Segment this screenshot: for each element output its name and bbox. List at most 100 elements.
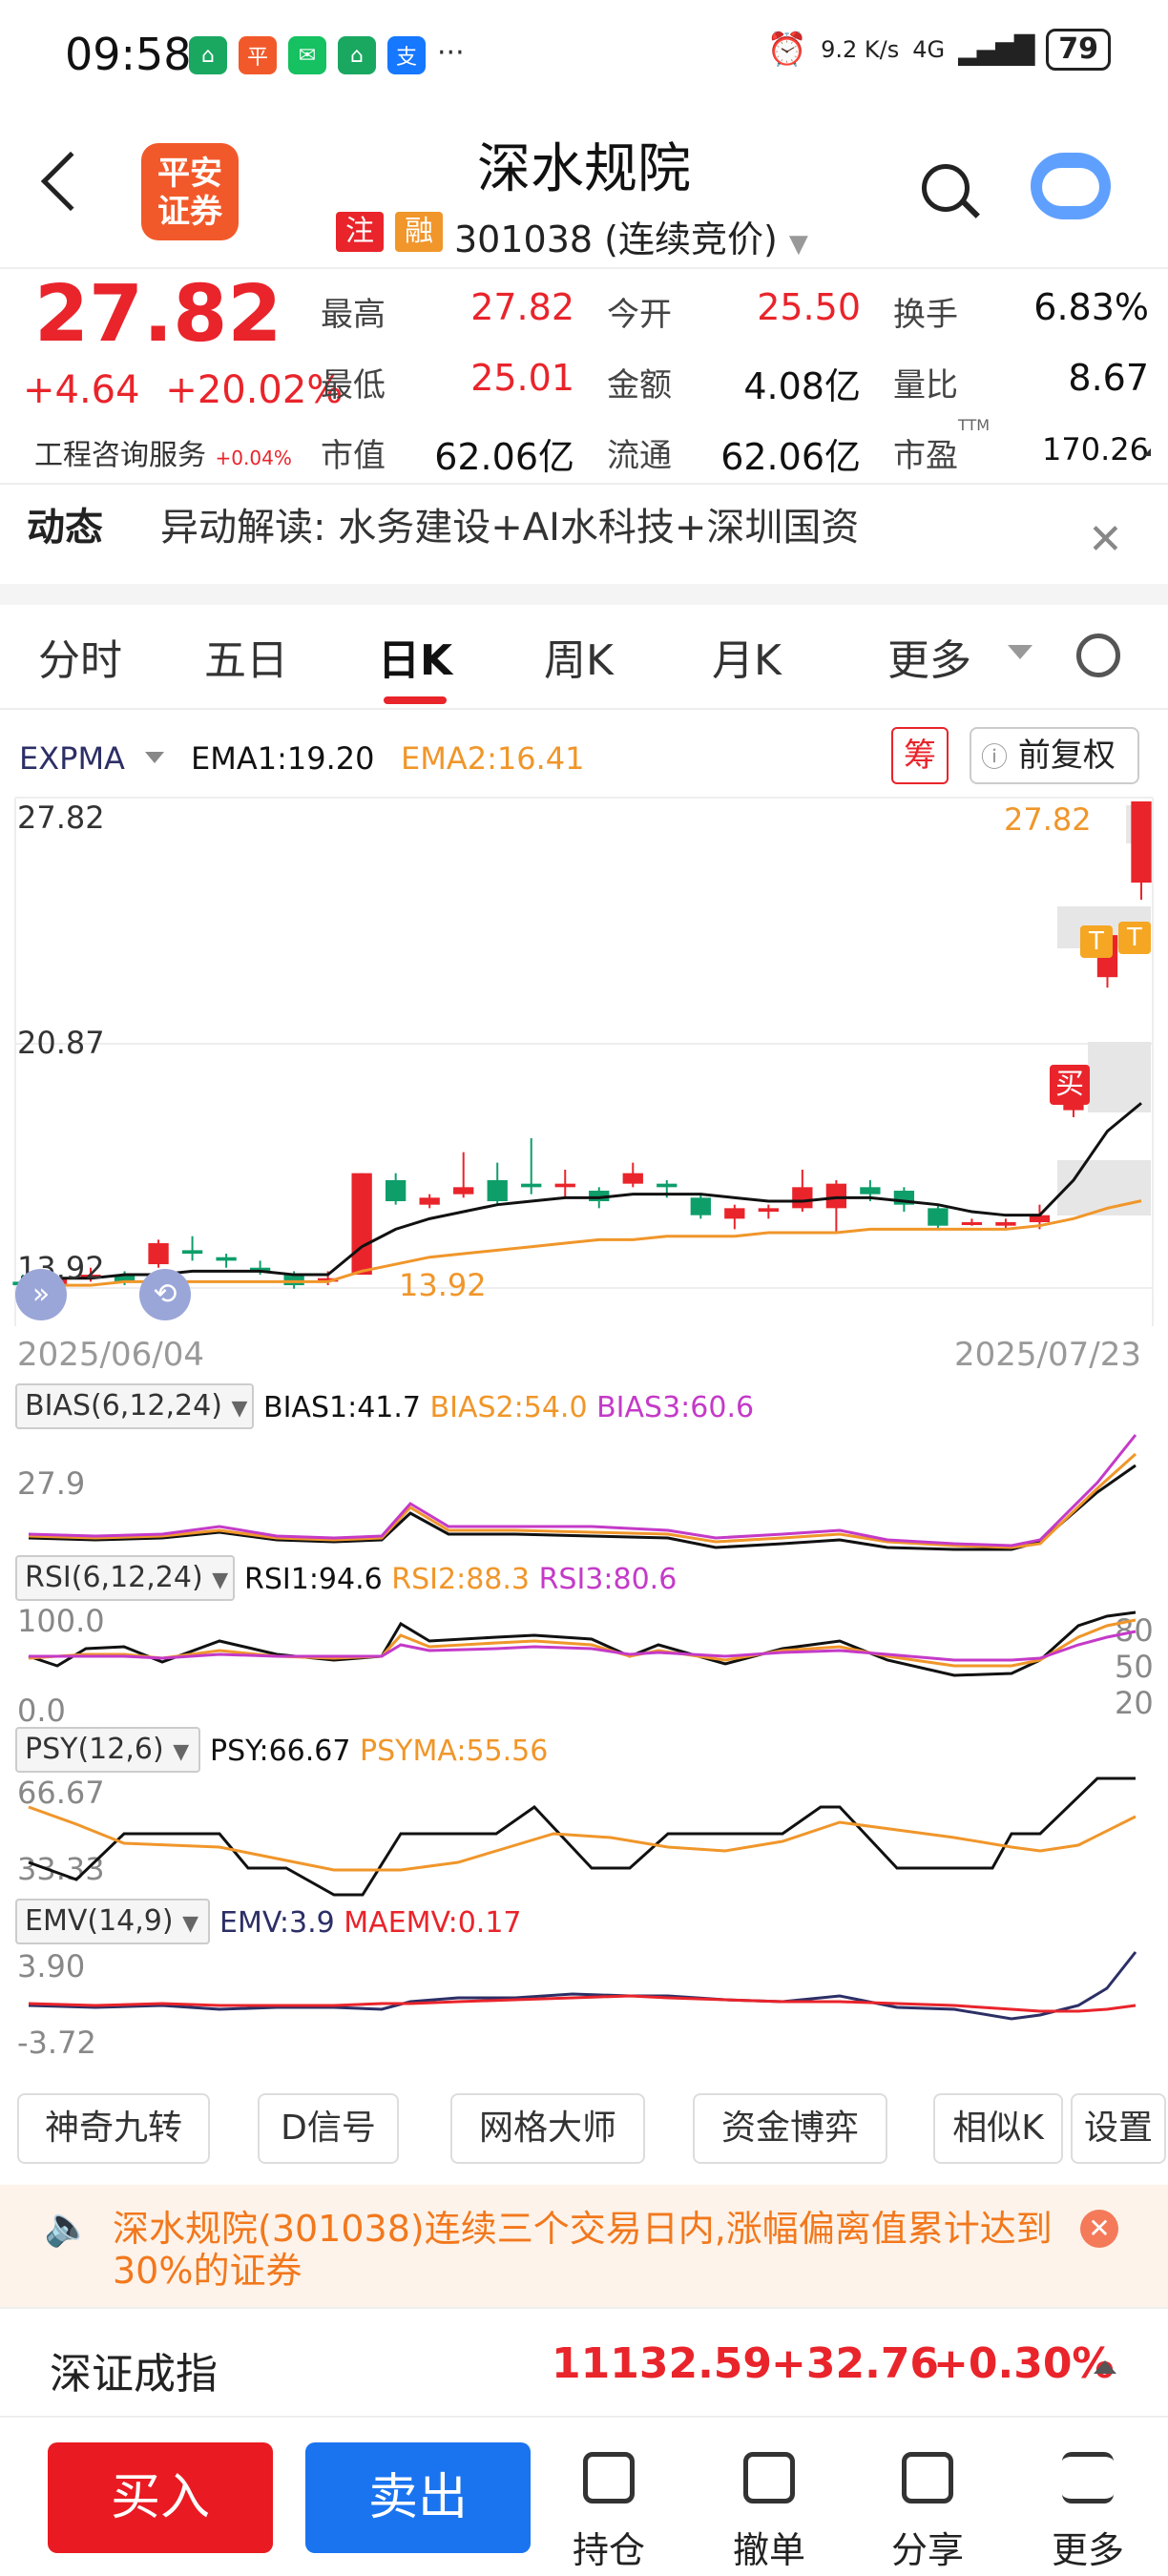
tabs-divider: [0, 708, 1168, 710]
feature-nine-turns[interactable]: 神奇九转: [17, 2093, 210, 2164]
industry-percent: +0.04%: [215, 447, 292, 469]
candle[interactable]: [928, 1208, 949, 1226]
corner-indicator: [1143, 448, 1151, 456]
tag-zhu: 注: [336, 212, 384, 252]
candle[interactable]: [351, 1173, 372, 1276]
candle[interactable]: [961, 1222, 983, 1226]
reset-icon[interactable]: ⟲: [139, 1269, 191, 1320]
candle[interactable]: [283, 1275, 304, 1286]
t-marker-2[interactable]: T: [1118, 922, 1151, 954]
t-marker[interactable]: T: [1080, 925, 1113, 958]
tab-wuri[interactable]: 五日: [204, 626, 288, 687]
feature-grid-master[interactable]: 网格大师: [450, 2093, 645, 2164]
indicator-selector[interactable]: EXPMA: [19, 740, 125, 777]
rsi2: RSI2:88.3: [391, 1563, 531, 1596]
candle[interactable]: [724, 1208, 745, 1219]
feature-settings[interactable]: 设置: [1071, 2093, 1166, 2164]
change-amount: +4.64: [23, 368, 140, 412]
value-open: 25.50: [757, 286, 861, 328]
tab-zhouk[interactable]: 周K: [544, 626, 614, 687]
share-button[interactable]: 分享: [870, 2452, 985, 2573]
candle[interactable]: [758, 1208, 779, 1213]
fuquan-button[interactable]: ⓘ 前复权: [970, 727, 1139, 784]
pe-ttm-sup: TTM: [958, 416, 991, 434]
home-icon: ⌂: [338, 36, 376, 74]
cancel-order-icon: [743, 2452, 795, 2503]
candle[interactable]: [216, 1257, 237, 1261]
chevron-down-icon: ▼: [788, 230, 808, 259]
candle[interactable]: [825, 1183, 847, 1209]
tab-rik[interactable]: 日K: [378, 626, 452, 687]
alarm-icon: ⏰: [766, 31, 808, 69]
stock-code-text: 301038 (连续竞价): [454, 218, 778, 260]
scroll-left-icon[interactable]: »: [15, 1269, 67, 1320]
news-text[interactable]: 异动解读: 水务建设+AI水科技+深圳国资: [160, 496, 859, 551]
ema1-value: EMA1:19.20: [191, 740, 375, 777]
candle[interactable]: [622, 1173, 643, 1184]
chevron-down-icon: [1008, 645, 1032, 659]
industry[interactable]: 工程咨询服务 +0.04%: [34, 431, 292, 473]
bias-chart: [28, 1434, 1137, 1551]
candle[interactable]: [995, 1222, 1016, 1226]
price-change: +4.64 +20.02%: [23, 368, 343, 412]
candle[interactable]: [792, 1187, 813, 1209]
signal-icon: ▂▄▆█: [958, 33, 1034, 66]
label-low: 最低: [321, 366, 386, 405]
speaker-icon: 🔈: [44, 2205, 92, 2249]
rsi1: RSI1:94.6: [244, 1563, 383, 1596]
cancel-order-button[interactable]: 撤单: [712, 2452, 826, 2573]
buy-button[interactable]: 买入: [48, 2442, 273, 2553]
chips-button[interactable]: 筹: [891, 727, 949, 784]
positions-button[interactable]: 持仓: [552, 2452, 666, 2573]
feature-similar-k[interactable]: 相似K: [933, 2093, 1063, 2164]
tab-more[interactable]: 更多: [887, 626, 971, 687]
candlestick-chart[interactable]: [0, 792, 1168, 1326]
candle[interactable]: [554, 1183, 575, 1188]
change-percent: +20.02%: [165, 368, 344, 412]
rsi-selector[interactable]: RSI(6,12,24) ▼: [15, 1555, 235, 1601]
status-right: ⏰ 9.2 K/s 4G ▂▄▆█ 79: [767, 29, 1111, 71]
y-label-top: 27.82: [17, 800, 105, 836]
candle[interactable]: [657, 1183, 678, 1188]
status-app-icons: ⌂ 平 ✉ ⌂ 支 ···: [189, 36, 465, 74]
net-speed: 9.2 K/s: [821, 36, 900, 63]
alipay-icon: 支: [387, 36, 426, 74]
index-value: 11132.59: [552, 2339, 773, 2388]
chevron-up-icon[interactable]: [1094, 2360, 1116, 2374]
tab-fenshi[interactable]: 分时: [38, 626, 122, 687]
label-amount: 金额: [607, 366, 672, 405]
candle[interactable]: [386, 1179, 407, 1202]
pingan-icon: 平: [239, 36, 277, 74]
candle[interactable]: [521, 1183, 542, 1188]
more-button[interactable]: 更多: [1031, 2452, 1145, 2573]
emv-selector[interactable]: EMV(14,9) ▼: [15, 1899, 210, 1944]
index-name[interactable]: 深证成指: [50, 2339, 218, 2400]
tab-yuek[interactable]: 月K: [712, 626, 782, 687]
candle[interactable]: [181, 1250, 203, 1255]
candle[interactable]: [148, 1243, 169, 1265]
close-icon[interactable]: ✕: [1088, 515, 1123, 564]
bias-values: BIAS1:41.7 BIAS2:54.0 BIAS3:60.6: [263, 1391, 754, 1424]
bias-selector[interactable]: BIAS(6,12,24) ▼: [15, 1383, 254, 1429]
feature-capital-game[interactable]: 资金博弈: [693, 2093, 887, 2164]
rsi-values: RSI1:94.6 RSI2:88.3 RSI3:80.6: [244, 1563, 677, 1596]
candle[interactable]: [419, 1197, 440, 1205]
value-float-cap: 62.06亿: [720, 436, 861, 478]
candle[interactable]: [487, 1179, 508, 1202]
sell-button[interactable]: 卖出: [305, 2442, 531, 2553]
candle[interactable]: [453, 1187, 474, 1195]
candle[interactable]: [860, 1187, 881, 1195]
tab-active-underline: [384, 696, 447, 704]
alert-text[interactable]: 深水规院(301038)连续三个交易日内,涨幅偏离值累计达到30%的证券: [113, 2208, 1057, 2292]
psy-selector[interactable]: PSY(12,6) ▼: [15, 1727, 200, 1773]
stock-code[interactable]: 301038 (连续竞价) ▼: [454, 210, 808, 262]
buy-marker[interactable]: 买: [1050, 1065, 1090, 1105]
candle[interactable]: [1131, 801, 1152, 883]
index-percent: +0.30%: [933, 2339, 1115, 2388]
network-type: 4G: [912, 36, 946, 63]
close-icon[interactable]: ✕: [1080, 2210, 1118, 2248]
candle[interactable]: [690, 1197, 711, 1215]
gear-icon[interactable]: [1076, 634, 1120, 677]
bias1: BIAS1:41.7: [263, 1391, 421, 1424]
feature-d-signal[interactable]: D信号: [258, 2093, 399, 2164]
